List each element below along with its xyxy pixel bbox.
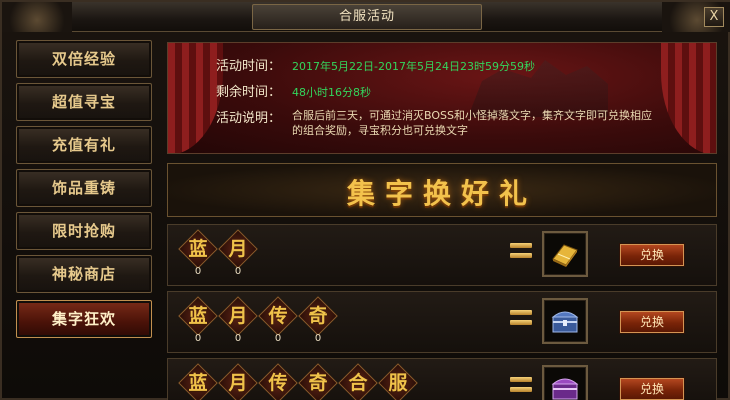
sidebar-item-recharge[interactable]: 充值有礼 [16,126,152,164]
close-button[interactable]: X [704,7,724,27]
char-count: 0 [194,266,202,277]
char-token: 奇 [298,363,338,400]
sidebar-item-label: 饰品重铸 [51,179,116,197]
purple-chest-icon [551,378,579,400]
char-glyph: 传 [268,372,288,394]
remaining-time-value: 48小时16分8秒 [292,86,371,99]
activity-sidebar: 双倍经验 超值寻宝 充值有礼 饰品重铸 限时抢购 神秘商店 集字狂欢 [16,40,156,396]
exchange-button[interactable]: 兑换 [620,244,684,266]
char-count: 0 [234,333,242,344]
char-token: 传0 [258,296,298,346]
char-glyph: 月 [228,238,248,260]
exchange-row: 蓝0 月0 传0 奇0 兑换 [167,291,717,353]
activity-info-banner: 活动时间： 2017年5月22日-2017年5月24日23时59分59秒 剩余时间… [167,42,717,154]
char-glyph: 传 [268,305,288,327]
reward-slot[interactable] [542,365,588,400]
title-bar[interactable]: 合服活动 X [2,2,730,32]
activity-desc-label: 活动说明： [216,111,282,126]
char-token: 月0 [218,229,258,279]
curtain-right-decoration [661,43,716,153]
activity-desc-row: 活动说明： [216,107,292,126]
char-token: 蓝0 [178,229,218,279]
exchange-button[interactable]: 兑换 [620,378,684,400]
char-glyph: 奇 [308,305,328,327]
exchange-button[interactable]: 兑换 [620,311,684,333]
char-count: 0 [314,333,322,344]
char-glyph: 蓝 [188,372,208,394]
sidebar-item-label: 集字狂欢 [51,310,116,328]
char-glyph: 服 [388,372,408,394]
activity-time-row: 活动时间： 2017年5月22日-2017年5月24日23时59分59秒 [216,55,535,74]
equals-icon [510,377,532,397]
char-count: 0 [234,266,242,277]
char-token: 月 [218,363,258,400]
char-glyph: 月 [228,372,248,394]
sidebar-item-mystery-shop[interactable]: 神秘商店 [16,255,152,293]
title-bar-ornament-left [2,2,72,32]
sidebar-item-flash-sale[interactable]: 限时抢购 [16,212,152,250]
window-title: 合服活动 [252,4,482,30]
exchange-row: 蓝 月 传 奇 合 服 兑换 [167,358,717,400]
remaining-time-label: 剩余时间： [216,85,282,100]
char-glyph: 合 [348,372,368,394]
sidebar-item-label: 充值有礼 [51,136,116,154]
char-token: 合 [338,363,378,400]
char-glyph: 蓝 [188,238,208,260]
activity-time-label: 活动时间： [216,59,282,74]
sidebar-item-reforge[interactable]: 饰品重铸 [16,169,152,207]
sidebar-item-double-exp[interactable]: 双倍经验 [16,40,152,78]
sidebar-item-label: 神秘商店 [51,265,116,283]
char-glyph: 蓝 [188,305,208,327]
sidebar-item-label: 超值寻宝 [51,93,116,111]
char-token: 蓝 [178,363,218,400]
sidebar-item-label: 限时抢购 [51,222,116,240]
remaining-time-row: 剩余时间： 48小时16分8秒 [216,81,371,100]
sidebar-item-label: 双倍经验 [51,50,116,68]
equals-icon [510,243,532,263]
reward-slot[interactable] [542,298,588,344]
char-glyph: 奇 [308,372,328,394]
char-count: 0 [274,333,282,344]
char-token: 奇0 [298,296,338,346]
sidebar-item-collect-words[interactable]: 集字狂欢 [16,300,152,338]
exchange-title: 集字换好礼 [346,177,537,210]
char-token: 服 [378,363,418,400]
char-token: 蓝0 [178,296,218,346]
sidebar-item-treasure[interactable]: 超值寻宝 [16,83,152,121]
char-token: 传 [258,363,298,400]
char-glyph: 月 [228,305,248,327]
exchange-row: 蓝0 月0 兑换 [167,224,717,286]
activity-window: 合服活动 X 双倍经验 超值寻宝 充值有礼 饰品重铸 限时抢购 神秘商店 集字狂… [0,0,730,400]
activity-desc-value: 合服后前三天，可通过消灭BOSS和小怪掉落文字，集齐文字即可兑换相应的组合奖励，… [292,109,652,137]
activity-time-value: 2017年5月22日-2017年5月24日23时59分59秒 [292,60,535,73]
curtain-left-decoration [168,43,223,153]
exchange-banner: 集字换好礼 [167,163,717,217]
char-count: 0 [194,333,202,344]
equals-icon [510,310,532,330]
char-token: 月0 [218,296,258,346]
blue-chest-icon [551,311,579,333]
gold-bar-icon [552,244,578,267]
reward-slot[interactable] [542,231,588,277]
